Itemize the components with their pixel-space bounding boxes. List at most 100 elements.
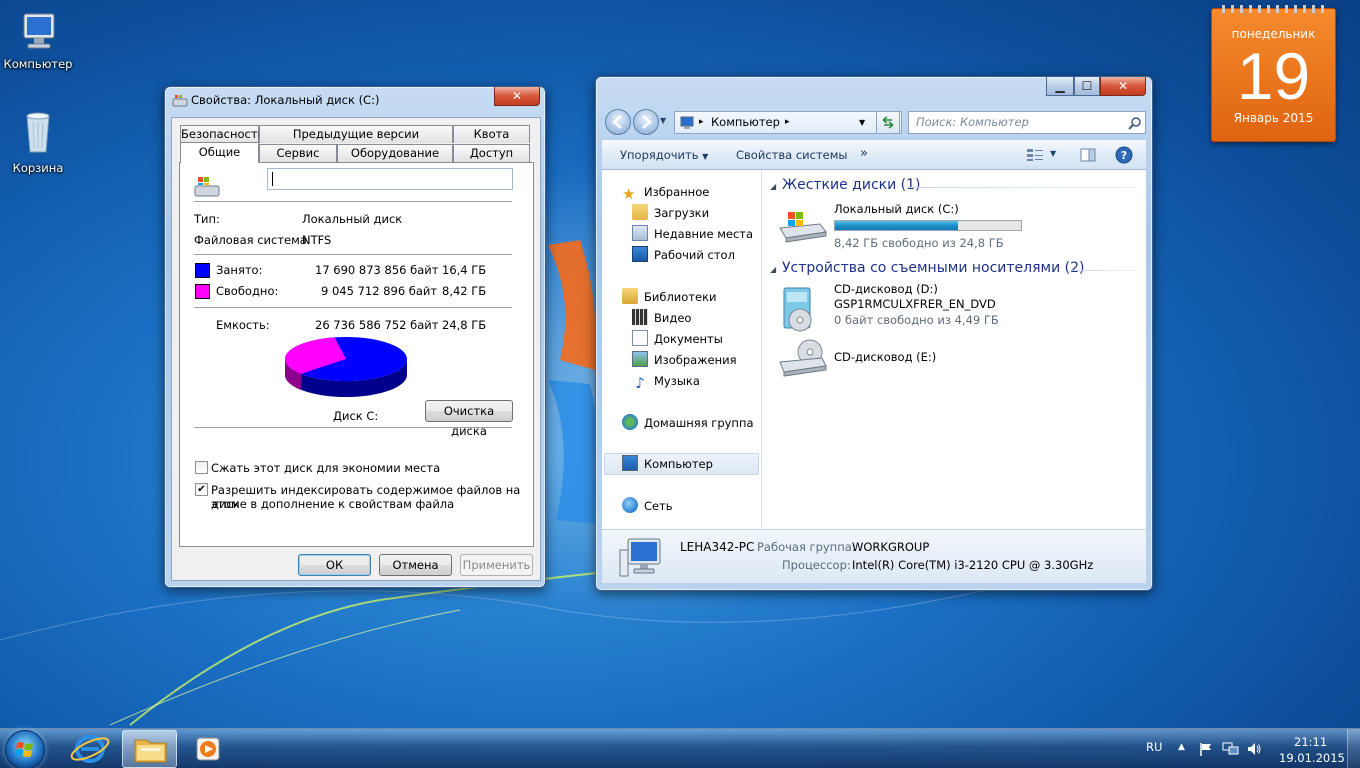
nav-downloads[interactable]: Загрузки — [632, 203, 709, 223]
preview-pane-icon[interactable] — [1080, 148, 1096, 162]
tab-security[interactable]: Безопасность — [180, 125, 264, 143]
address-dropdown-icon[interactable]: ▼ — [859, 112, 865, 133]
action-center-flag-icon[interactable] — [1198, 741, 1214, 757]
taskbar-internet-explorer[interactable] — [63, 730, 118, 768]
volume-icon[interactable] — [1246, 741, 1262, 757]
search-icon — [1128, 117, 1141, 130]
desktop-icon-recycle-bin[interactable]: Корзина — [0, 108, 76, 175]
clock-date[interactable]: 19.01.2015 — [1279, 751, 1345, 765]
taskbar-explorer[interactable] — [122, 730, 177, 768]
refresh-button[interactable] — [876, 111, 900, 134]
dialog-body: Безопасность Предыдущие версии Квота Общ… — [171, 117, 541, 581]
forward-button[interactable] — [633, 109, 659, 135]
show-desktop-button[interactable] — [1347, 729, 1360, 768]
nav-label: Документы — [654, 332, 723, 346]
nav-network[interactable]: Сеть — [622, 496, 673, 516]
calendar-gadget[interactable]: понедельник 19 Январь 2015 — [1211, 5, 1336, 142]
nav-music[interactable]: ♪ Музыка — [632, 371, 700, 391]
nav-favorites[interactable]: ★ Избранное — [622, 182, 709, 202]
group-header-hard-disks[interactable]: Жесткие диски (1) — [782, 177, 920, 193]
desktop-icon-label: Компьютер — [3, 57, 73, 71]
show-hidden-icons-icon[interactable]: ▲ — [1178, 742, 1185, 752]
close-button[interactable]: ✕ — [1100, 77, 1146, 96]
compress-checkbox[interactable] — [195, 461, 208, 474]
view-dropdown-icon[interactable]: ▼ — [1050, 149, 1056, 158]
cancel-button[interactable]: Отмена — [379, 554, 452, 576]
disk-cleanup-button[interactable]: Очистка диска — [425, 400, 513, 438]
drive-c-name: Локальный диск (C:) — [834, 202, 959, 216]
view-options-icon[interactable] — [1026, 148, 1044, 162]
help-icon[interactable]: ? — [1115, 146, 1133, 164]
collapse-triangle-icon[interactable]: ◢ — [770, 265, 776, 274]
start-button[interactable] — [5, 730, 45, 768]
nav-label: Библиотеки — [644, 290, 717, 304]
separator — [194, 427, 512, 428]
clock-time[interactable]: 21:11 — [1294, 735, 1327, 749]
ok-button[interactable]: ОК — [298, 554, 371, 576]
address-bar[interactable]: ▸ Компьютер ▸ ▼ — [674, 111, 902, 134]
recycle-bin-icon — [26, 112, 50, 153]
nav-documents[interactable]: Документы — [632, 329, 723, 349]
tab-quota[interactable]: Квота — [453, 125, 530, 143]
taskbar-media-player[interactable] — [180, 730, 235, 768]
dropdown-arrow-icon: ▼ — [702, 152, 709, 161]
video-library-icon — [632, 309, 648, 325]
nav-homegroup[interactable]: Домашняя группа — [622, 413, 754, 433]
close-button[interactable]: ✕ — [494, 87, 540, 106]
separator — [194, 254, 512, 255]
nav-recent-places[interactable]: Недавние места — [632, 224, 753, 244]
network-tray-icon[interactable] — [1222, 741, 1240, 757]
maximize-button[interactable]: ☐ — [1074, 77, 1100, 96]
homegroup-icon — [622, 414, 638, 430]
capacity-bytes: 26 736 586 752 байт — [315, 318, 439, 332]
disk-usage-pie — [285, 337, 407, 397]
nav-computer[interactable]: Компьютер — [622, 454, 713, 474]
tab-sharing[interactable]: Доступ — [453, 144, 530, 162]
tab-general[interactable]: Общие — [180, 142, 259, 163]
nav-images[interactable]: Изображения — [632, 350, 737, 370]
system-properties-button[interactable]: Свойства системы — [736, 148, 847, 162]
minimize-button[interactable]: ▁ — [1046, 77, 1074, 96]
calendar-day: 19 — [1236, 39, 1311, 113]
drive-item-e[interactable]: CD-дисковод (E:) — [776, 338, 1026, 378]
nav-label: Музыка — [654, 374, 700, 388]
volume-label-input[interactable] — [267, 168, 513, 190]
index-checkbox[interactable]: ✔ — [195, 483, 208, 496]
drive-d-label: GSP1RMCULXFRER_EN_DVD — [834, 297, 996, 311]
organize-button[interactable]: Упорядочить ▼ — [620, 148, 708, 162]
drive-item-d[interactable]: CD-дисковод (D:) GSP1RMCULXFRER_EN_DVD 0… — [776, 280, 1026, 336]
desktop-icon-computer[interactable]: Компьютер — [0, 10, 76, 71]
organize-label: Упорядочить — [620, 148, 699, 162]
nav-label: Сеть — [644, 499, 673, 513]
nav-video[interactable]: Видео — [632, 308, 691, 328]
nav-label: Избранное — [644, 185, 710, 199]
history-dropdown[interactable]: ▼ — [660, 116, 666, 125]
capacity-gb: 24,8 ГБ — [442, 318, 487, 332]
nav-libraries[interactable]: Библиотеки — [622, 287, 717, 307]
nav-desktop[interactable]: Рабочий стол — [632, 245, 735, 265]
capacity-label: Емкость: — [216, 318, 270, 332]
back-button[interactable] — [605, 109, 631, 135]
tab-previous-versions[interactable]: Предыдущие версии — [259, 125, 453, 143]
more-commands-button[interactable]: » — [860, 146, 868, 161]
collapse-triangle-icon[interactable]: ◢ — [770, 182, 776, 191]
calendar-rings — [1222, 5, 1325, 13]
tab-hardware[interactable]: Оборудование — [337, 144, 453, 162]
drive-item-c[interactable]: Локальный диск (C:) 8,42 ГБ свободно из … — [776, 194, 1026, 254]
recent-places-icon — [632, 225, 648, 241]
group-header-removable[interactable]: Устройства со съемными носителями (2) — [782, 260, 1084, 276]
free-color-swatch — [195, 284, 210, 299]
breadcrumb-chevron-icon[interactable]: ▸ — [785, 112, 790, 133]
apply-button[interactable]: Применить — [460, 554, 533, 576]
desktop-folder-icon — [632, 246, 648, 262]
language-indicator[interactable]: RU — [1146, 740, 1162, 754]
search-input[interactable]: Поиск: Компьютер — [908, 111, 1146, 134]
text-cursor — [272, 172, 273, 186]
navigation-pane: ★ Избранное Загрузки Недавние места Рабоч… — [602, 170, 762, 529]
used-bytes: 17 690 873 856 байт — [315, 263, 439, 277]
free-bytes: 9 045 712 896 байт — [321, 284, 438, 298]
index-label-line2: диске в дополнение к свойствам файла — [211, 497, 455, 511]
libraries-icon — [622, 288, 638, 304]
tab-tools[interactable]: Сервис — [259, 144, 337, 162]
desktop-icon-label: Корзина — [12, 161, 64, 175]
